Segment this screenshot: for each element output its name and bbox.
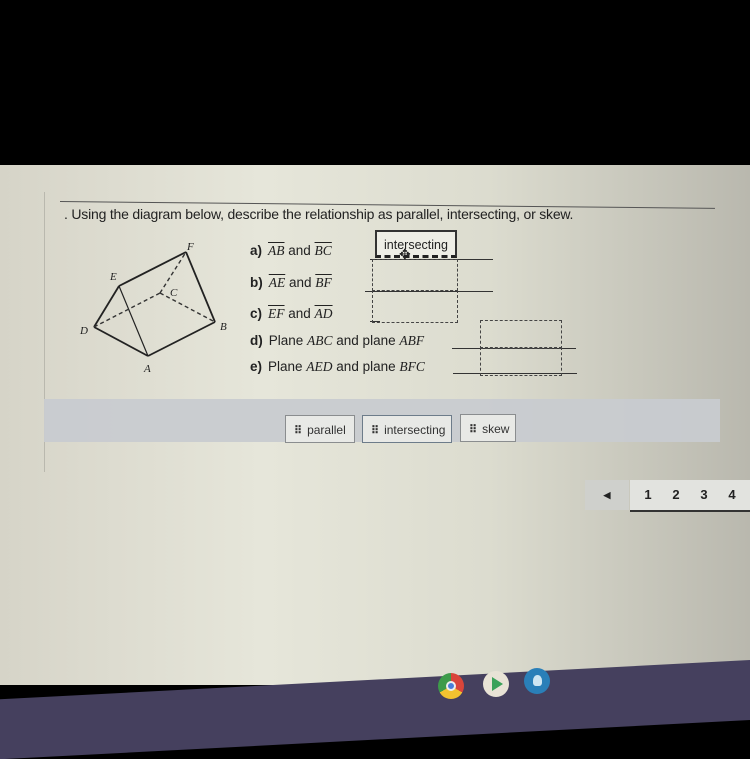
chrome-icon[interactable] xyxy=(438,673,464,699)
chip-parallel[interactable]: ⠿ parallel xyxy=(285,415,355,443)
edge-AD xyxy=(93,326,149,357)
item-e: e) Plane AED and plane BFC xyxy=(250,359,425,374)
edge-BA xyxy=(147,321,216,357)
page-4[interactable]: 4 xyxy=(714,480,750,510)
label-A: A xyxy=(143,363,151,375)
chip-intersecting[interactable]: ⠿ intersecting xyxy=(362,415,452,443)
item-a: a) AB and BC xyxy=(250,243,332,258)
question-prompt: . Using the diagram below, describe the … xyxy=(64,206,574,222)
grip-icon: ⠿ xyxy=(294,425,303,437)
item-b: b) AE and BF xyxy=(250,275,332,290)
app-icon[interactable] xyxy=(524,668,550,694)
grip-icon: ⠿ xyxy=(371,425,380,437)
move-cursor-icon: ✥ xyxy=(399,246,411,262)
edge-EA xyxy=(118,285,149,357)
label-B: B xyxy=(220,321,227,333)
grip-icon: ⠿ xyxy=(469,424,478,436)
item-c: c) EF and AD xyxy=(250,306,333,321)
label-D: D xyxy=(79,325,88,337)
page-indicator xyxy=(630,510,750,512)
prism-diagram: E F C D B A xyxy=(79,241,227,375)
dragged-answer-intersecting[interactable]: intersecting xyxy=(375,230,457,258)
drop-zone-c[interactable] xyxy=(480,320,562,349)
edge-CB xyxy=(159,292,216,323)
drop-zone-a-ghost[interactable] xyxy=(372,259,458,291)
label-C: C xyxy=(170,287,178,299)
play-store-icon[interactable] xyxy=(483,671,509,697)
drop-zone-b[interactable] xyxy=(372,290,458,323)
edge-DE xyxy=(93,285,120,328)
drop-zone-d[interactable] xyxy=(480,347,562,376)
label-E: E xyxy=(109,271,117,283)
prev-page-button[interactable]: ◀ xyxy=(585,480,629,510)
label-F: F xyxy=(186,241,194,253)
edge-FB xyxy=(185,251,216,323)
chip-skew[interactable]: ⠿ skew xyxy=(460,414,516,442)
item-d: d) Plane ABC and plane ABF xyxy=(250,333,425,348)
